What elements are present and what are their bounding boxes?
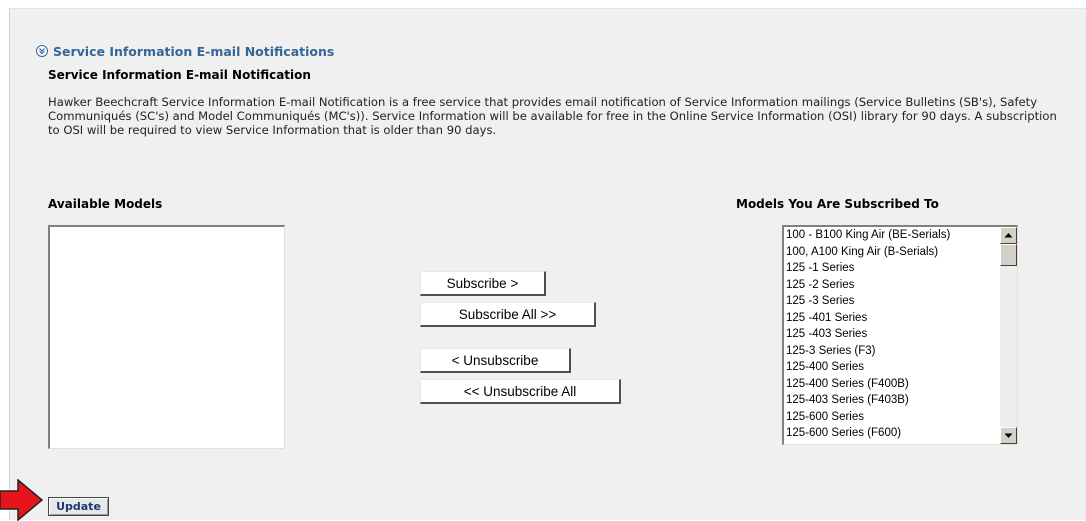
subscribed-models-list[interactable]: 100 - B100 King Air (BE-Serials) 100, A10… [782, 225, 1018, 445]
subscribed-model-option[interactable]: 125-600 Series (F600) [786, 425, 998, 442]
subscribed-model-option[interactable]: 125 -3 Series [786, 293, 998, 310]
scroll-down-button[interactable] [1000, 427, 1017, 444]
subscribed-model-option[interactable]: 125 -2 Series [786, 277, 998, 294]
subscribed-models-label: Models You Are Subscribed To [736, 197, 939, 211]
subscribed-models-options: 100 - B100 King Air (BE-Serials) 100, A10… [786, 227, 998, 442]
subscribed-model-option[interactable]: 125 -1 Series [786, 260, 998, 277]
subscribed-model-option[interactable]: 125-400 Series (F400B) [786, 376, 998, 393]
subscribed-model-option[interactable]: 125 -403 Series [786, 326, 998, 343]
update-button[interactable]: Update [48, 497, 109, 516]
scroll-down-arrow-icon [1004, 433, 1013, 438]
red-arrow-icon [0, 479, 44, 521]
subscribed-models-scrollbar[interactable] [1000, 227, 1017, 444]
subscribed-model-option[interactable]: 100, A100 King Air (B-Serials) [786, 244, 998, 261]
subscribed-model-option[interactable]: 100 - B100 King Air (BE-Serials) [786, 227, 998, 244]
subscribed-model-option[interactable]: 125-403 Series (F403B) [786, 392, 998, 409]
section-toggle[interactable]: Service Information E-mail Notifications [36, 42, 334, 60]
unsubscribe-all-button[interactable]: << Unsubscribe All [420, 379, 621, 404]
subscribed-model-option[interactable]: 125-600 Series [786, 409, 998, 426]
unsubscribe-button[interactable]: < Unsubscribe [420, 348, 571, 373]
subscribed-model-option[interactable]: 125 -401 Series [786, 310, 998, 327]
scroll-thumb[interactable] [1000, 244, 1017, 266]
subscribed-model-option[interactable]: 125-400 Series [786, 359, 998, 376]
subscribed-model-option[interactable]: 125-3 Series (F3) [786, 343, 998, 360]
scroll-up-arrow-icon [1004, 233, 1013, 238]
available-models-list[interactable] [48, 225, 285, 449]
double-chevron-down-icon [36, 45, 48, 57]
section-toggle-label[interactable]: Service Information E-mail Notifications [53, 44, 334, 59]
section-heading: Service Information E-mail Notification [48, 68, 311, 82]
subscribe-all-button[interactable]: Subscribe All >> [420, 302, 596, 327]
available-models-label: Available Models [48, 197, 163, 211]
section-description: Hawker Beechcraft Service Information E-… [48, 95, 1057, 137]
subscribe-button[interactable]: Subscribe > [420, 271, 546, 296]
scroll-up-button[interactable] [1000, 227, 1017, 244]
